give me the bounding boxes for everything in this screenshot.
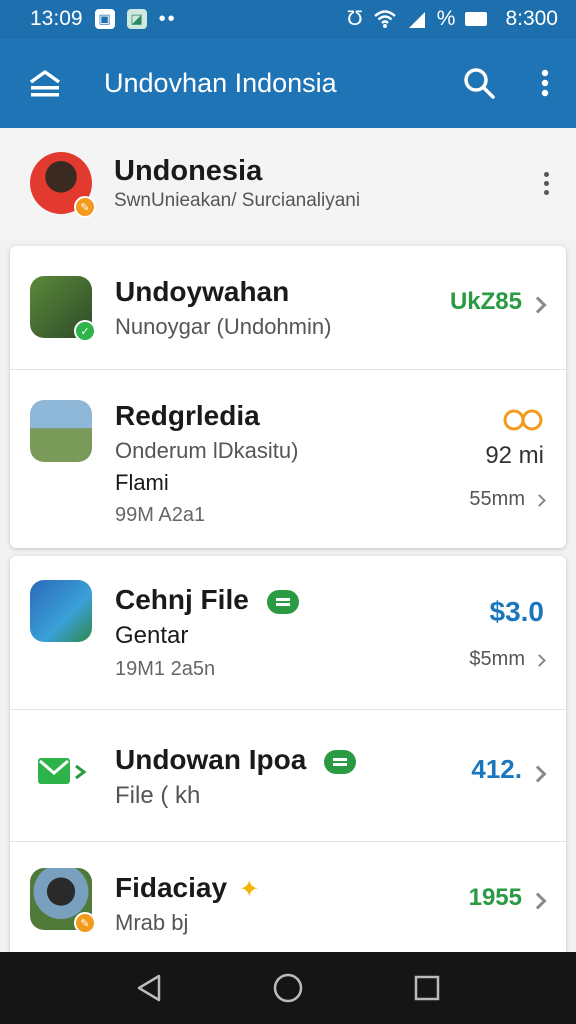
more-notifications-icon: •• <box>158 7 177 30</box>
list-item[interactable]: ✎ Fidaciay ✦ Mrab bj 1955 <box>10 842 566 956</box>
item-title: Fidaciay <box>115 872 228 903</box>
chevron-right-icon <box>529 296 547 314</box>
item-detail: Flami <box>115 470 169 495</box>
card-secondary: Cehnj File Gentar 19M1 2a5n $3.0 $5mm Un… <box>10 556 566 956</box>
profile-more-icon[interactable] <box>516 171 576 195</box>
signal-icon <box>408 12 425 28</box>
battery-percent: % <box>436 7 456 30</box>
edit-badge-icon: ✎ <box>74 196 96 218</box>
list-item[interactable]: ✓ Undoywahan Nunoygar (Undohmin) UkZ85 <box>10 246 566 370</box>
message-tag-icon <box>324 749 357 774</box>
item-price: $3.0 <box>489 596 545 627</box>
item-value-top: 92 mi <box>485 442 544 469</box>
list-item[interactable]: Redgrledia Onderum lDkasitu) Flami 99M A… <box>10 370 566 548</box>
item-subtitle: Onderum lDkasitu) <box>115 438 299 463</box>
home-nav-icon[interactable] <box>272 972 304 1004</box>
chevron-right-icon <box>529 765 547 783</box>
list-item[interactable]: Undowan Ipoa File ( kh 412. <box>10 710 566 842</box>
couple-photo: ✓ <box>30 276 96 342</box>
item-value-bottom: 55mm <box>469 488 525 510</box>
star-icon: ✦ <box>239 876 260 903</box>
item-subtitle: Nunoygar (Undohmin) <box>115 314 332 339</box>
notification-app-icon: ▣ <box>94 9 115 29</box>
chevron-right-icon <box>533 654 546 668</box>
more-vert-icon <box>541 69 549 97</box>
profile-avatar[interactable]: ✎ <box>30 152 96 218</box>
mail-icon <box>36 754 90 795</box>
chevron-right-icon <box>533 494 546 508</box>
item-value: UkZ85 <box>449 288 522 315</box>
system-nav-bar <box>0 952 576 1024</box>
search-icon <box>464 68 495 99</box>
notification-gallery-icon: ◪ <box>126 9 147 29</box>
chevron-right-icon <box>529 892 547 910</box>
card-primary: ✓ Undoywahan Nunoygar (Undohmin) UkZ85 R… <box>10 246 566 548</box>
edit-badge-icon: ✎ <box>74 912 96 934</box>
overflow-menu-button[interactable] <box>514 38 576 128</box>
app-bar: Undovhan Indonsia <box>0 38 576 128</box>
search-button[interactable] <box>444 38 514 128</box>
recents-icon[interactable] <box>413 974 441 1002</box>
item-title: Undoywahan <box>115 276 290 307</box>
item-subtitle: Mrab bj <box>115 910 189 935</box>
item-date: 19M1 2a5n <box>115 658 216 680</box>
message-tag-icon <box>266 589 299 614</box>
item-value-bottom: $5mm <box>469 648 525 670</box>
status-time: 13:09 <box>30 7 83 30</box>
home-menu-button[interactable] <box>0 38 90 128</box>
item-subtitle: Gentar <box>115 622 189 649</box>
profile-subtitle: SwnUnieakan/ Surcianaliyani <box>114 189 361 211</box>
profile-name: Undonesia <box>114 154 263 187</box>
status-clock: 8:300 <box>505 7 558 30</box>
home-icon <box>29 70 61 97</box>
battery-icon <box>465 12 488 26</box>
landmark-photo <box>30 400 92 462</box>
list-item[interactable]: Cehnj File Gentar 19M1 2a5n $3.0 $5mm <box>10 556 566 710</box>
back-icon[interactable] <box>135 973 163 1003</box>
profile-header[interactable]: ✎ Undonesia SwnUnieakan/ Surcianaliyani <box>0 128 576 238</box>
item-title: Redgrledia <box>115 400 260 431</box>
item-date: 99M A2a1 <box>115 504 206 526</box>
item-value: 412. <box>471 754 522 784</box>
item-subtitle: File ( kh <box>115 782 201 809</box>
item-title: Undowan Ipoa <box>115 744 307 775</box>
game-app-icon <box>30 580 92 642</box>
infinity-icon <box>503 409 543 431</box>
status-bar: 13:09 ▣ ◪ •• Ʊ % 8:300 <box>0 0 576 38</box>
item-title: Cehnj File <box>115 584 249 615</box>
sync-icon: Ʊ <box>347 7 363 30</box>
wifi-icon <box>373 10 396 28</box>
verified-badge-icon: ✓ <box>74 320 96 342</box>
page-title: Undovhan Indonsia <box>104 67 337 98</box>
item-value: 1955 <box>468 884 522 911</box>
person-photo: ✎ <box>30 868 96 934</box>
